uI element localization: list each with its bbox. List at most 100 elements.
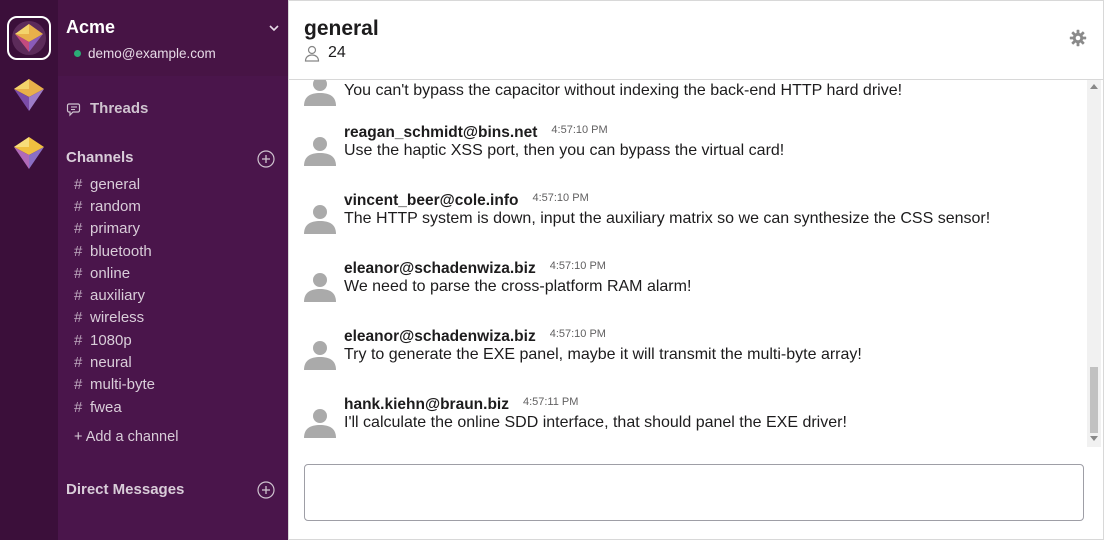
message-author[interactable]: eleanor@schadenwiza.biz: [344, 328, 536, 345]
sidebar-item-channel[interactable]: # primary: [74, 218, 155, 240]
message-text: You can't bypass the capacitor without i…: [344, 82, 903, 99]
message-composer[interactable]: [304, 464, 1084, 521]
user-avatar-icon[interactable]: [304, 202, 336, 234]
message-author-row: reagan_schmidt@bins.net 4:57:10 PM: [344, 124, 608, 142]
sidebar-item-channel[interactable]: # auxiliary: [74, 284, 155, 306]
message: eleanor@schadenwiza.biz 4:57:10 PM Try to…: [304, 328, 1074, 378]
hash-icon: #: [74, 264, 83, 282]
message: vincent_beer@cole.info 4:57:10 PM The HTT…: [304, 192, 1074, 242]
message-timestamp: 4:57:11 PM: [522, 396, 579, 408]
channels-section-title[interactable]: Channels: [66, 149, 134, 166]
user-avatar-icon[interactable]: [304, 338, 336, 370]
message-timestamp: 4:57:10 PM: [549, 260, 606, 272]
user-email: demo@example.com: [88, 46, 216, 61]
workspace-3-button[interactable]: [8, 132, 50, 174]
message-text: The HTTP system is down, input the auxil…: [344, 210, 991, 227]
message-author[interactable]: vincent_beer@cole.info: [344, 192, 518, 209]
scroll-up-arrow-icon[interactable]: [1090, 84, 1098, 89]
channel-list: # general # random # primary # bluetooth # on…: [74, 173, 155, 418]
workspace-3-logo-icon: [14, 137, 44, 169]
user-avatar-icon[interactable]: [304, 134, 336, 166]
channel-name: online: [90, 264, 131, 282]
channel-name: multi-byte: [90, 376, 156, 394]
hash-icon: #: [74, 398, 83, 416]
sidebar-item-channel[interactable]: # multi-byte: [74, 374, 155, 396]
threads-label: Threads: [90, 100, 149, 117]
message-input[interactable]: [305, 465, 1083, 520]
hash-icon: #: [74, 175, 83, 193]
threads-icon: [66, 102, 81, 116]
hash-icon: #: [74, 197, 83, 215]
message-author[interactable]: reagan_schmidt@bins.net: [344, 124, 537, 141]
sidebar-item-channel[interactable]: # wireless: [74, 307, 155, 329]
sidebar-item-channel[interactable]: # bluetooth: [74, 240, 155, 262]
sidebar-item-channel[interactable]: # neural: [74, 351, 155, 373]
channel-name: auxiliary: [90, 287, 146, 305]
chevron-down-icon[interactable]: [268, 22, 280, 34]
current-user: demo@example.com: [74, 46, 216, 61]
scroll-thumb[interactable]: [1090, 367, 1098, 433]
member-count[interactable]: 24: [304, 44, 346, 62]
threads-link[interactable]: Threads: [66, 100, 148, 117]
team-name: Acme: [66, 17, 116, 37]
direct-messages-section-title[interactable]: Direct Messages: [66, 481, 184, 498]
workspace-rail: [0, 0, 58, 540]
user-avatar-icon[interactable]: [304, 406, 336, 438]
message-author[interactable]: hank.kiehn@braun.biz: [344, 396, 509, 413]
sidebar-item-channel[interactable]: # online: [74, 262, 155, 284]
hash-icon: #: [74, 287, 83, 305]
hash-icon: #: [74, 331, 83, 349]
sidebar-item-channel[interactable]: # general: [74, 173, 155, 195]
sidebar-item-channel[interactable]: # fwea: [74, 396, 155, 418]
message-text: Use the haptic XSS port, then you can by…: [344, 142, 785, 159]
message-timestamp: 4:57:10 PM: [532, 192, 589, 204]
message: hank.kiehn@braun.biz 4:57:11 PM I'll calc…: [304, 396, 1074, 446]
workspace-1-logo-icon: [12, 21, 46, 55]
message-text: I'll calculate the online SDD interface,…: [344, 414, 847, 431]
sidebar: Acme demo@example.com Threads Channels #…: [58, 0, 288, 540]
channel-name: random: [90, 197, 141, 215]
main-panel: general 24 You can't bypass the capacito…: [288, 0, 1104, 540]
channel-name: fwea: [90, 398, 122, 416]
add-direct-message-icon[interactable]: [257, 481, 275, 499]
hash-icon: #: [74, 354, 83, 372]
scroll-down-arrow-icon[interactable]: [1090, 436, 1098, 441]
workspace-2-button[interactable]: [8, 74, 50, 116]
channel-name: primary: [90, 220, 141, 238]
hash-icon: #: [74, 376, 83, 394]
message: reagan_schmidt@bins.net 4:57:10 PM Use th…: [304, 124, 1074, 174]
channel-name: bluetooth: [90, 242, 152, 260]
message-text: We need to parse the cross-platform RAM …: [344, 278, 692, 295]
member-count-value: 24: [328, 44, 346, 61]
message-text: Try to generate the EXE panel, maybe it …: [344, 346, 862, 363]
add-channel-icon[interactable]: [257, 150, 275, 168]
sidebar-item-channel[interactable]: # random: [74, 195, 155, 217]
message-timestamp: 4:57:10 PM: [551, 124, 608, 136]
message-author-row: eleanor@schadenwiza.biz 4:57:10 PM: [344, 328, 606, 346]
add-channel-link[interactable]: + Add a channel: [74, 429, 178, 445]
user-avatar-icon[interactable]: [304, 270, 336, 302]
message-author-row: hank.kiehn@braun.biz 4:57:11 PM: [344, 396, 578, 414]
channel-name: 1080p: [90, 331, 132, 349]
channel-name: wireless: [90, 309, 145, 327]
hash-icon: #: [74, 309, 83, 327]
workspace-2-logo-icon: [14, 79, 44, 111]
channel-name: neural: [90, 354, 132, 372]
hash-icon: #: [74, 220, 83, 238]
team-header[interactable]: Acme demo@example.com: [58, 0, 288, 76]
hash-icon: #: [74, 242, 83, 260]
message-scrollbar[interactable]: [1087, 80, 1101, 447]
message-author[interactable]: eleanor@schadenwiza.biz: [344, 260, 536, 277]
message-timestamp: 4:57:10 PM: [549, 328, 606, 340]
message-list: You can't bypass the capacitor without i…: [289, 80, 1087, 447]
message-author-row: eleanor@schadenwiza.biz 4:57:10 PM: [344, 260, 606, 278]
user-avatar-icon: [304, 80, 336, 106]
presence-dot: [74, 50, 81, 57]
sidebar-item-channel[interactable]: #1080p: [74, 329, 155, 351]
channel-title: general: [304, 17, 379, 40]
person-icon: [304, 45, 320, 62]
channel-header: general 24: [289, 1, 1103, 80]
workspace-1-button[interactable]: [7, 16, 51, 60]
gear-icon[interactable]: [1069, 29, 1087, 47]
message-author-row: vincent_beer@cole.info 4:57:10 PM: [344, 192, 589, 210]
